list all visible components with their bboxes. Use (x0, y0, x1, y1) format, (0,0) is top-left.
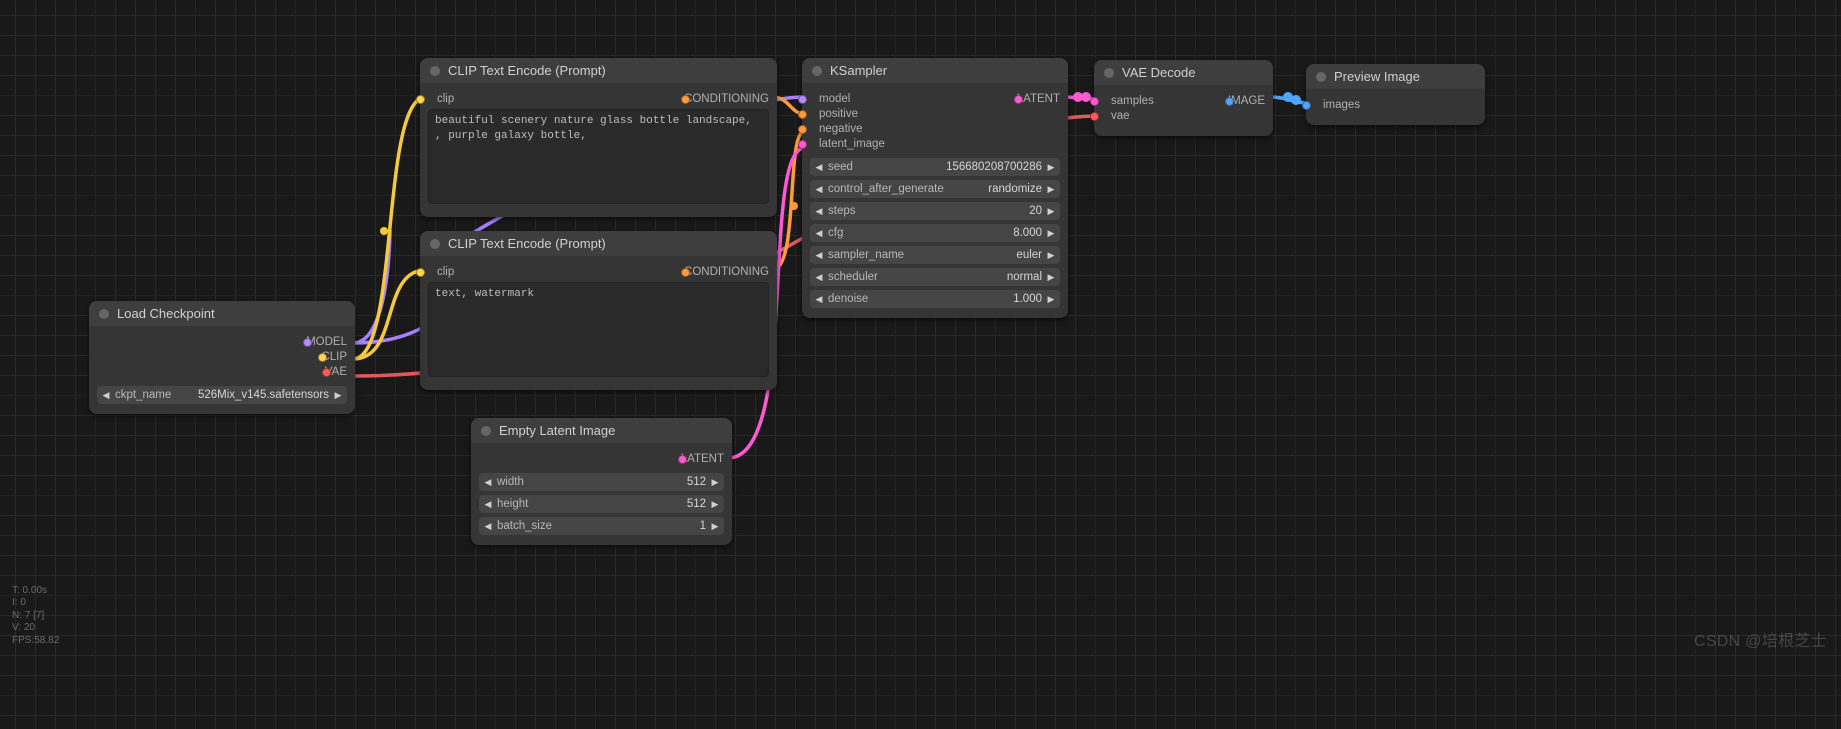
input-model[interactable]: model (810, 93, 885, 105)
arrow-right-icon[interactable]: ▶ (1044, 162, 1058, 173)
arrow-left-icon[interactable]: ◀ (812, 294, 826, 305)
stats-overlay: T: 0.00s I: 0 N: 7 [7] V: 20 FPS:58.82 (12, 585, 59, 648)
arrow-left-icon[interactable]: ◀ (481, 477, 495, 488)
node-header[interactable]: KSampler (802, 58, 1068, 83)
arrow-right-icon[interactable]: ▶ (1044, 272, 1058, 283)
stat-fps: FPS:58.82 (12, 635, 59, 648)
node-header[interactable]: Preview Image (1306, 64, 1485, 89)
arrow-right-icon[interactable]: ▶ (331, 390, 345, 401)
widget-ckpt-name[interactable]: ◀ ckpt_name 526Mix_v145.safetensors ▶ (97, 386, 347, 404)
node-clip-encode-negative[interactable]: CLIP Text Encode (Prompt) clip CONDITION… (420, 231, 777, 390)
node-ksampler[interactable]: KSampler model positive negative latent_… (802, 58, 1068, 318)
output-model[interactable]: MODEL (297, 336, 347, 348)
node-load-checkpoint[interactable]: Load Checkpoint MODEL CLIP VAE ◀ ckpt_na… (89, 301, 355, 414)
arrow-left-icon[interactable]: ◀ (481, 521, 495, 532)
arrow-right-icon[interactable]: ▶ (1044, 206, 1058, 217)
arrow-left-icon[interactable]: ◀ (812, 250, 826, 261)
arrow-left-icon[interactable]: ◀ (812, 162, 826, 173)
input-clip[interactable]: clip (428, 93, 454, 105)
input-images[interactable]: images (1314, 99, 1360, 111)
stat-i: I: 0 (12, 597, 59, 610)
node-empty-latent[interactable]: Empty Latent Image LATENT ◀width512▶ ◀he… (471, 418, 732, 545)
output-conditioning[interactable]: CONDITIONING (675, 266, 769, 278)
input-positive[interactable]: positive (810, 108, 885, 120)
input-negative[interactable]: negative (810, 123, 885, 135)
arrow-left-icon[interactable]: ◀ (481, 499, 495, 510)
arrow-left-icon[interactable]: ◀ (99, 390, 113, 401)
node-title: CLIP Text Encode (Prompt) (448, 236, 606, 251)
stat-v: V: 20 (12, 622, 59, 635)
collapse-icon[interactable] (99, 309, 109, 319)
input-samples[interactable]: samples (1102, 95, 1154, 107)
node-header[interactable]: Empty Latent Image (471, 418, 732, 443)
arrow-right-icon[interactable]: ▶ (708, 521, 722, 532)
widget-steps[interactable]: ◀steps20▶ (810, 202, 1060, 220)
input-clip[interactable]: clip (428, 266, 454, 278)
node-preview-image[interactable]: Preview Image images (1306, 64, 1485, 125)
arrow-left-icon[interactable]: ◀ (812, 206, 826, 217)
arrow-left-icon[interactable]: ◀ (812, 184, 826, 195)
arrow-right-icon[interactable]: ▶ (708, 477, 722, 488)
widget-control-after-generate[interactable]: ◀control_after_generaterandomize▶ (810, 180, 1060, 198)
output-vae[interactable]: VAE (316, 366, 347, 378)
node-vae-decode[interactable]: VAE Decode samples vae IMAGE (1094, 60, 1273, 136)
widget-cfg[interactable]: ◀cfg8.000▶ (810, 224, 1060, 242)
arrow-right-icon[interactable]: ▶ (1044, 184, 1058, 195)
input-vae[interactable]: vae (1102, 110, 1154, 122)
stat-n: N: 7 [7] (12, 610, 59, 623)
node-canvas[interactable]: Load Checkpoint MODEL CLIP VAE ◀ ckpt_na… (0, 0, 1841, 729)
collapse-icon[interactable] (1316, 72, 1326, 82)
arrow-right-icon[interactable]: ▶ (1044, 294, 1058, 305)
watermark: CSDN @培根芝士 (1694, 627, 1827, 651)
collapse-icon[interactable] (430, 66, 440, 76)
node-header[interactable]: CLIP Text Encode (Prompt) (420, 58, 777, 83)
output-image[interactable]: IMAGE (1219, 95, 1265, 107)
collapse-icon[interactable] (1104, 68, 1114, 78)
output-conditioning[interactable]: CONDITIONING (675, 93, 769, 105)
input-latent-image[interactable]: latent_image (810, 138, 885, 150)
widget-scheduler[interactable]: ◀schedulernormal▶ (810, 268, 1060, 286)
node-title: VAE Decode (1122, 65, 1195, 80)
arrow-left-icon[interactable]: ◀ (812, 228, 826, 239)
prompt-textarea[interactable] (428, 109, 769, 204)
arrow-right-icon[interactable]: ▶ (1044, 228, 1058, 239)
collapse-icon[interactable] (812, 66, 822, 76)
arrow-right-icon[interactable]: ▶ (1044, 250, 1058, 261)
node-header[interactable]: Load Checkpoint (89, 301, 355, 326)
node-clip-encode-positive[interactable]: CLIP Text Encode (Prompt) clip CONDITION… (420, 58, 777, 217)
node-header[interactable]: CLIP Text Encode (Prompt) (420, 231, 777, 256)
widget-seed[interactable]: ◀seed156680208700286▶ (810, 158, 1060, 176)
widget-width[interactable]: ◀width512▶ (479, 473, 724, 491)
node-title: KSampler (830, 63, 887, 78)
node-title: Load Checkpoint (117, 306, 215, 321)
arrow-right-icon[interactable]: ▶ (708, 499, 722, 510)
stat-time: T: 0.00s (12, 585, 59, 598)
node-title: Preview Image (1334, 69, 1420, 84)
collapse-icon[interactable] (430, 239, 440, 249)
widget-batch-size[interactable]: ◀batch_size1▶ (479, 517, 724, 535)
collapse-icon[interactable] (481, 426, 491, 436)
output-latent[interactable]: LATENT (1008, 93, 1060, 105)
node-title: CLIP Text Encode (Prompt) (448, 63, 606, 78)
widget-sampler-name[interactable]: ◀sampler_nameeuler▶ (810, 246, 1060, 264)
prompt-textarea[interactable] (428, 282, 769, 377)
arrow-left-icon[interactable]: ◀ (812, 272, 826, 283)
output-clip[interactable]: CLIP (312, 351, 347, 363)
widget-denoise[interactable]: ◀denoise1.000▶ (810, 290, 1060, 308)
node-header[interactable]: VAE Decode (1094, 60, 1273, 85)
output-latent[interactable]: LATENT (672, 453, 724, 465)
node-title: Empty Latent Image (499, 423, 615, 438)
widget-height[interactable]: ◀height512▶ (479, 495, 724, 513)
